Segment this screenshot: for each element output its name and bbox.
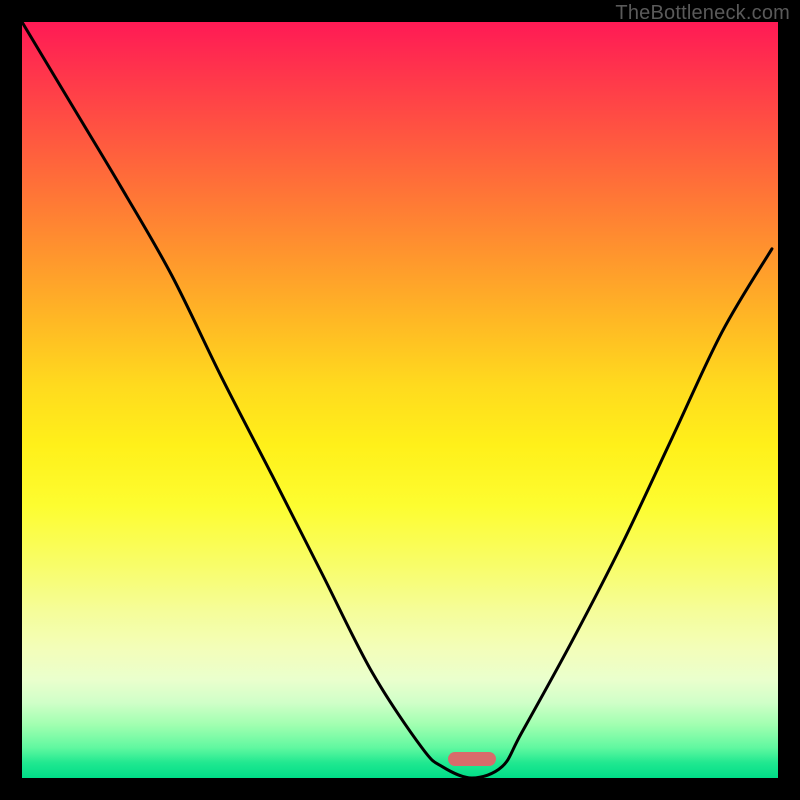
plot-area [22, 22, 778, 778]
watermark-text: TheBottleneck.com [615, 2, 790, 25]
bottleneck-curve [22, 22, 778, 778]
optimal-point-marker [448, 752, 496, 766]
chart-frame: TheBottleneck.com [0, 0, 800, 800]
